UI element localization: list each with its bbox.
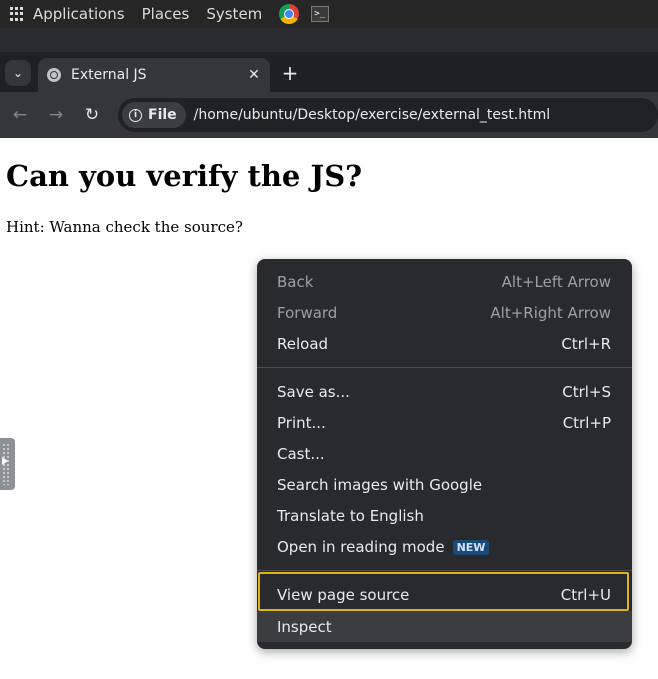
menu-item-label: Search images with Google <box>277 475 483 494</box>
menu-item-translate[interactable]: Translate to English <box>257 500 632 531</box>
menu-separator <box>257 570 632 571</box>
new-tab-button[interactable]: + <box>280 60 300 86</box>
menu-item-shortcut: Ctrl+S <box>562 382 611 401</box>
back-arrow-icon[interactable]: ← <box>2 105 38 125</box>
forward-arrow-icon[interactable]: → <box>38 105 74 125</box>
menu-item-label: Print... <box>277 413 326 432</box>
menu-item-label: Back <box>277 272 314 291</box>
menu-item-inspect[interactable]: Inspect <box>257 611 632 642</box>
menu-item-shortcut: Alt+Right Arrow <box>490 303 611 322</box>
menu-item-forward[interactable]: Forward Alt+Right Arrow <box>257 297 632 328</box>
tab-search-button[interactable]: ⌄ <box>5 60 31 86</box>
new-badge: NEW <box>452 539 490 555</box>
menu-item-print[interactable]: Print... Ctrl+P <box>257 407 632 438</box>
address-bar[interactable]: i File /home/ubuntu/Desktop/exercise/ext… <box>118 98 658 132</box>
tab-strip: ⌄ External JS ✕ + <box>0 52 658 92</box>
menu-item-back[interactable]: Back Alt+Left Arrow <box>257 266 632 297</box>
side-panel-handle[interactable] <box>0 438 15 490</box>
menu-item-shortcut: Ctrl+R <box>561 334 611 353</box>
menu-item-label: Open in reading mode <box>277 537 445 556</box>
highlight-box <box>258 572 629 611</box>
menu-item-label: Inspect <box>277 617 332 636</box>
window-title-bar <box>0 28 658 52</box>
menu-item-label: Forward <box>277 303 338 322</box>
menu-places[interactable]: Places <box>142 5 190 23</box>
menu-item-shortcut: Alt+Left Arrow <box>501 272 611 291</box>
menu-item-label: Cast... <box>277 444 325 463</box>
site-info-chip[interactable]: i File <box>122 102 186 128</box>
menu-item-reading-mode[interactable]: Open in reading mode NEW <box>257 531 632 562</box>
menu-separator <box>257 367 632 368</box>
apps-grid-icon[interactable] <box>10 7 24 21</box>
tab-title: External JS <box>71 67 147 83</box>
chip-label: File <box>148 107 177 123</box>
reload-icon[interactable]: ↻ <box>74 105 110 125</box>
menu-applications[interactable]: Applications <box>33 5 125 23</box>
tab-external-js[interactable]: External JS ✕ <box>38 58 270 92</box>
context-menu: Back Alt+Left Arrow Forward Alt+Right Ar… <box>257 259 632 649</box>
chrome-launcher-icon[interactable] <box>279 4 300 24</box>
menu-item-label: Save as... <box>277 382 350 401</box>
menu-item-label: Reload <box>277 334 329 353</box>
system-top-panel: Applications Places System >_ <box>0 0 658 28</box>
info-icon: i <box>129 108 142 122</box>
page-hint: Hint: Wanna check the source? <box>6 218 243 236</box>
terminal-launcher-icon[interactable]: >_ <box>311 6 330 22</box>
menu-item-label: Translate to English <box>277 506 424 525</box>
globe-icon <box>47 68 61 82</box>
menu-item-reload[interactable]: Reload Ctrl+R <box>257 328 632 359</box>
menu-item-shortcut: Ctrl+P <box>562 413 611 432</box>
menu-system[interactable]: System <box>206 5 262 23</box>
menu-item-cast[interactable]: Cast... <box>257 438 632 469</box>
menu-item-save-as[interactable]: Save as... Ctrl+S <box>257 376 632 407</box>
menu-item-search-images[interactable]: Search images with Google <box>257 469 632 500</box>
url-text[interactable]: /home/ubuntu/Desktop/exercise/external_t… <box>194 107 551 123</box>
page-heading: Can you verify the JS? <box>6 159 363 193</box>
tab-close-icon[interactable]: ✕ <box>244 67 264 83</box>
browser-toolbar: ← → ↻ i File /home/ubuntu/Desktop/exerci… <box>0 92 658 138</box>
expand-arrow-icon <box>2 457 8 465</box>
